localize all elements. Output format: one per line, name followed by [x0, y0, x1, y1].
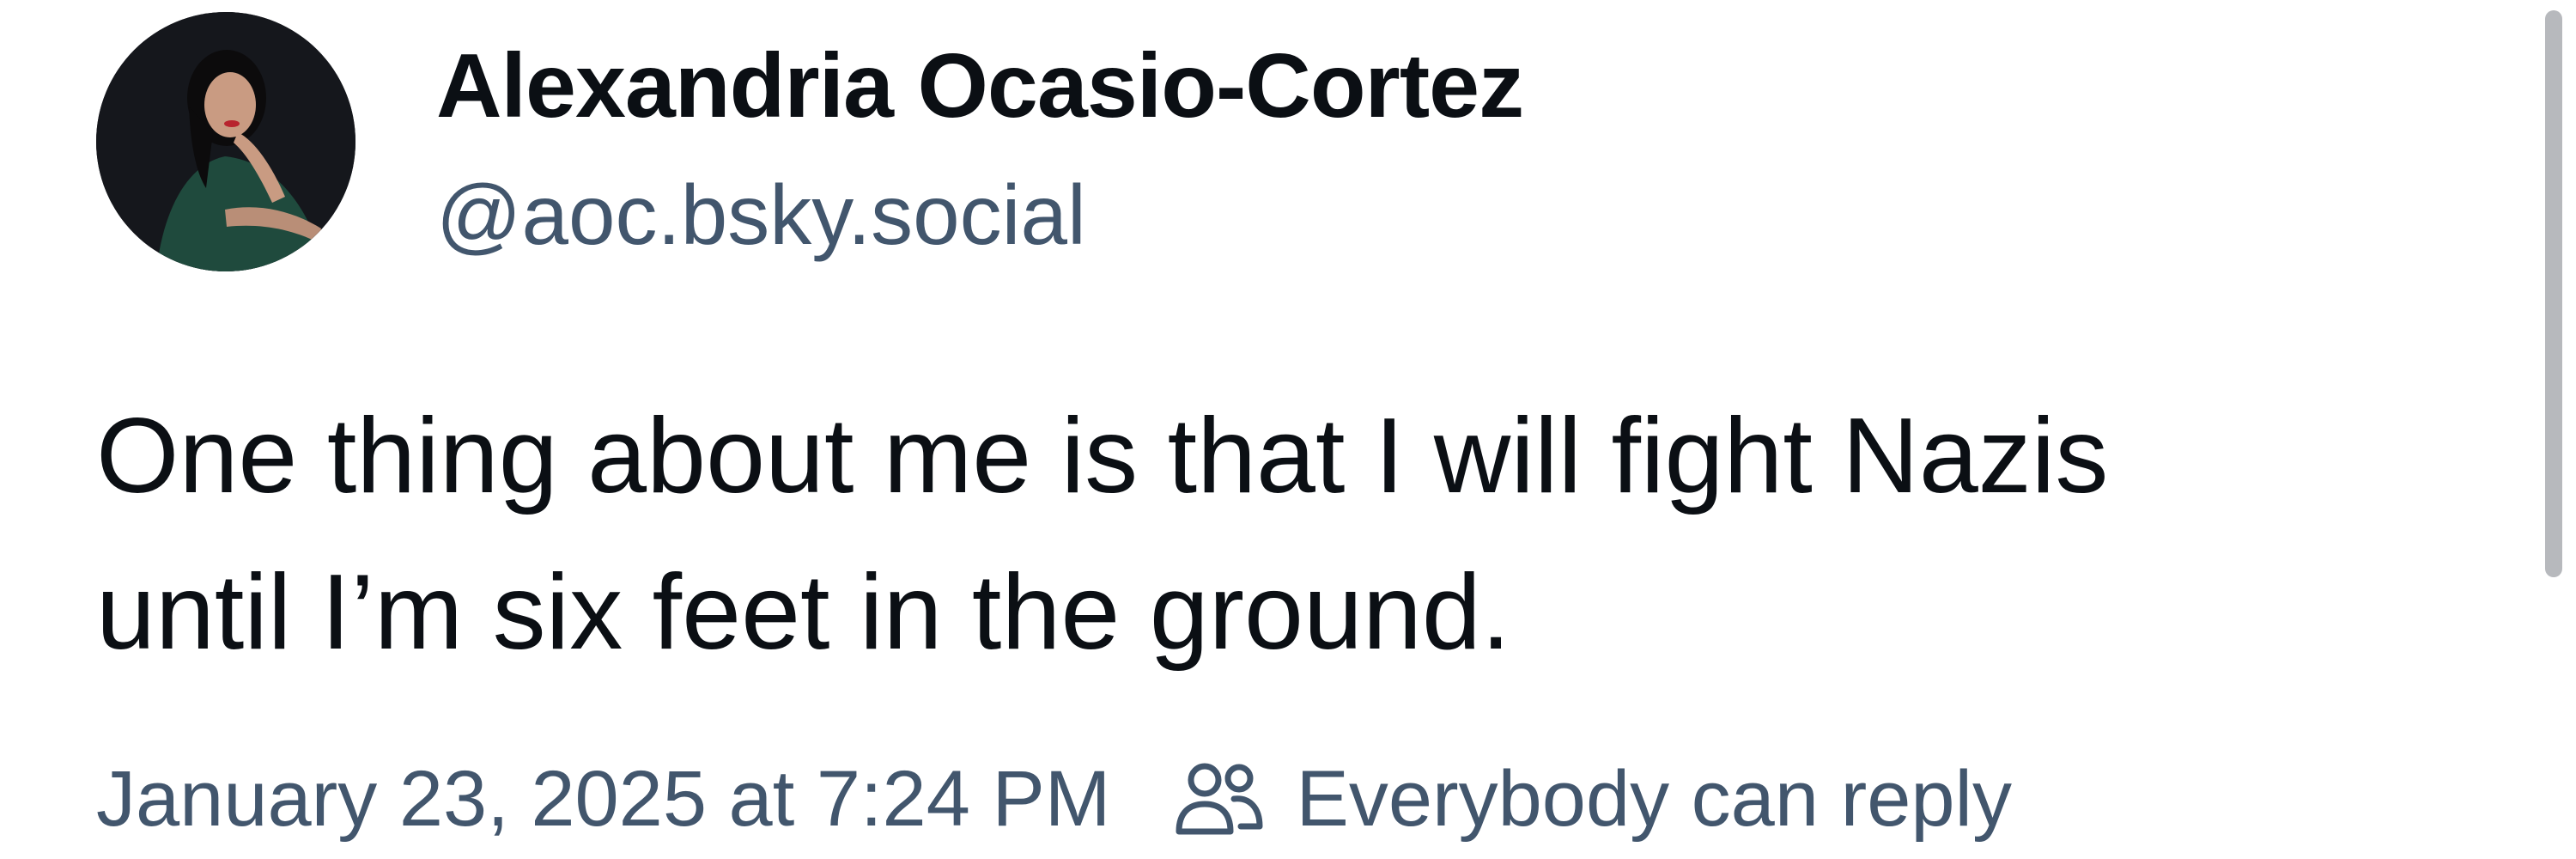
author-handle[interactable]: @aoc.bsky.social — [436, 165, 1086, 265]
reply-setting-label[interactable]: Everybody can reply — [1296, 754, 2012, 844]
post-card: Alexandria Ocasio-Cortez @aoc.bsky.socia… — [0, 0, 2576, 859]
scrollbar[interactable] — [2545, 10, 2562, 577]
post-text-line: until I’m six feet in the ground. — [96, 553, 1511, 672]
post-timestamp[interactable]: January 23, 2025 at 7:24 PM — [96, 754, 1110, 844]
author-display-name[interactable]: Alexandria Ocasio-Cortez — [436, 34, 1524, 137]
people-icon — [1172, 758, 1267, 840]
avatar-photo — [96, 12, 355, 271]
post-meta: January 23, 2025 at 7:24 PM Everybody ca… — [96, 749, 2012, 849]
post-text: One thing about me is that I will fight … — [96, 378, 2500, 691]
post-text-line: One thing about me is that I will fight … — [96, 397, 2109, 515]
author-avatar[interactable] — [96, 12, 355, 271]
